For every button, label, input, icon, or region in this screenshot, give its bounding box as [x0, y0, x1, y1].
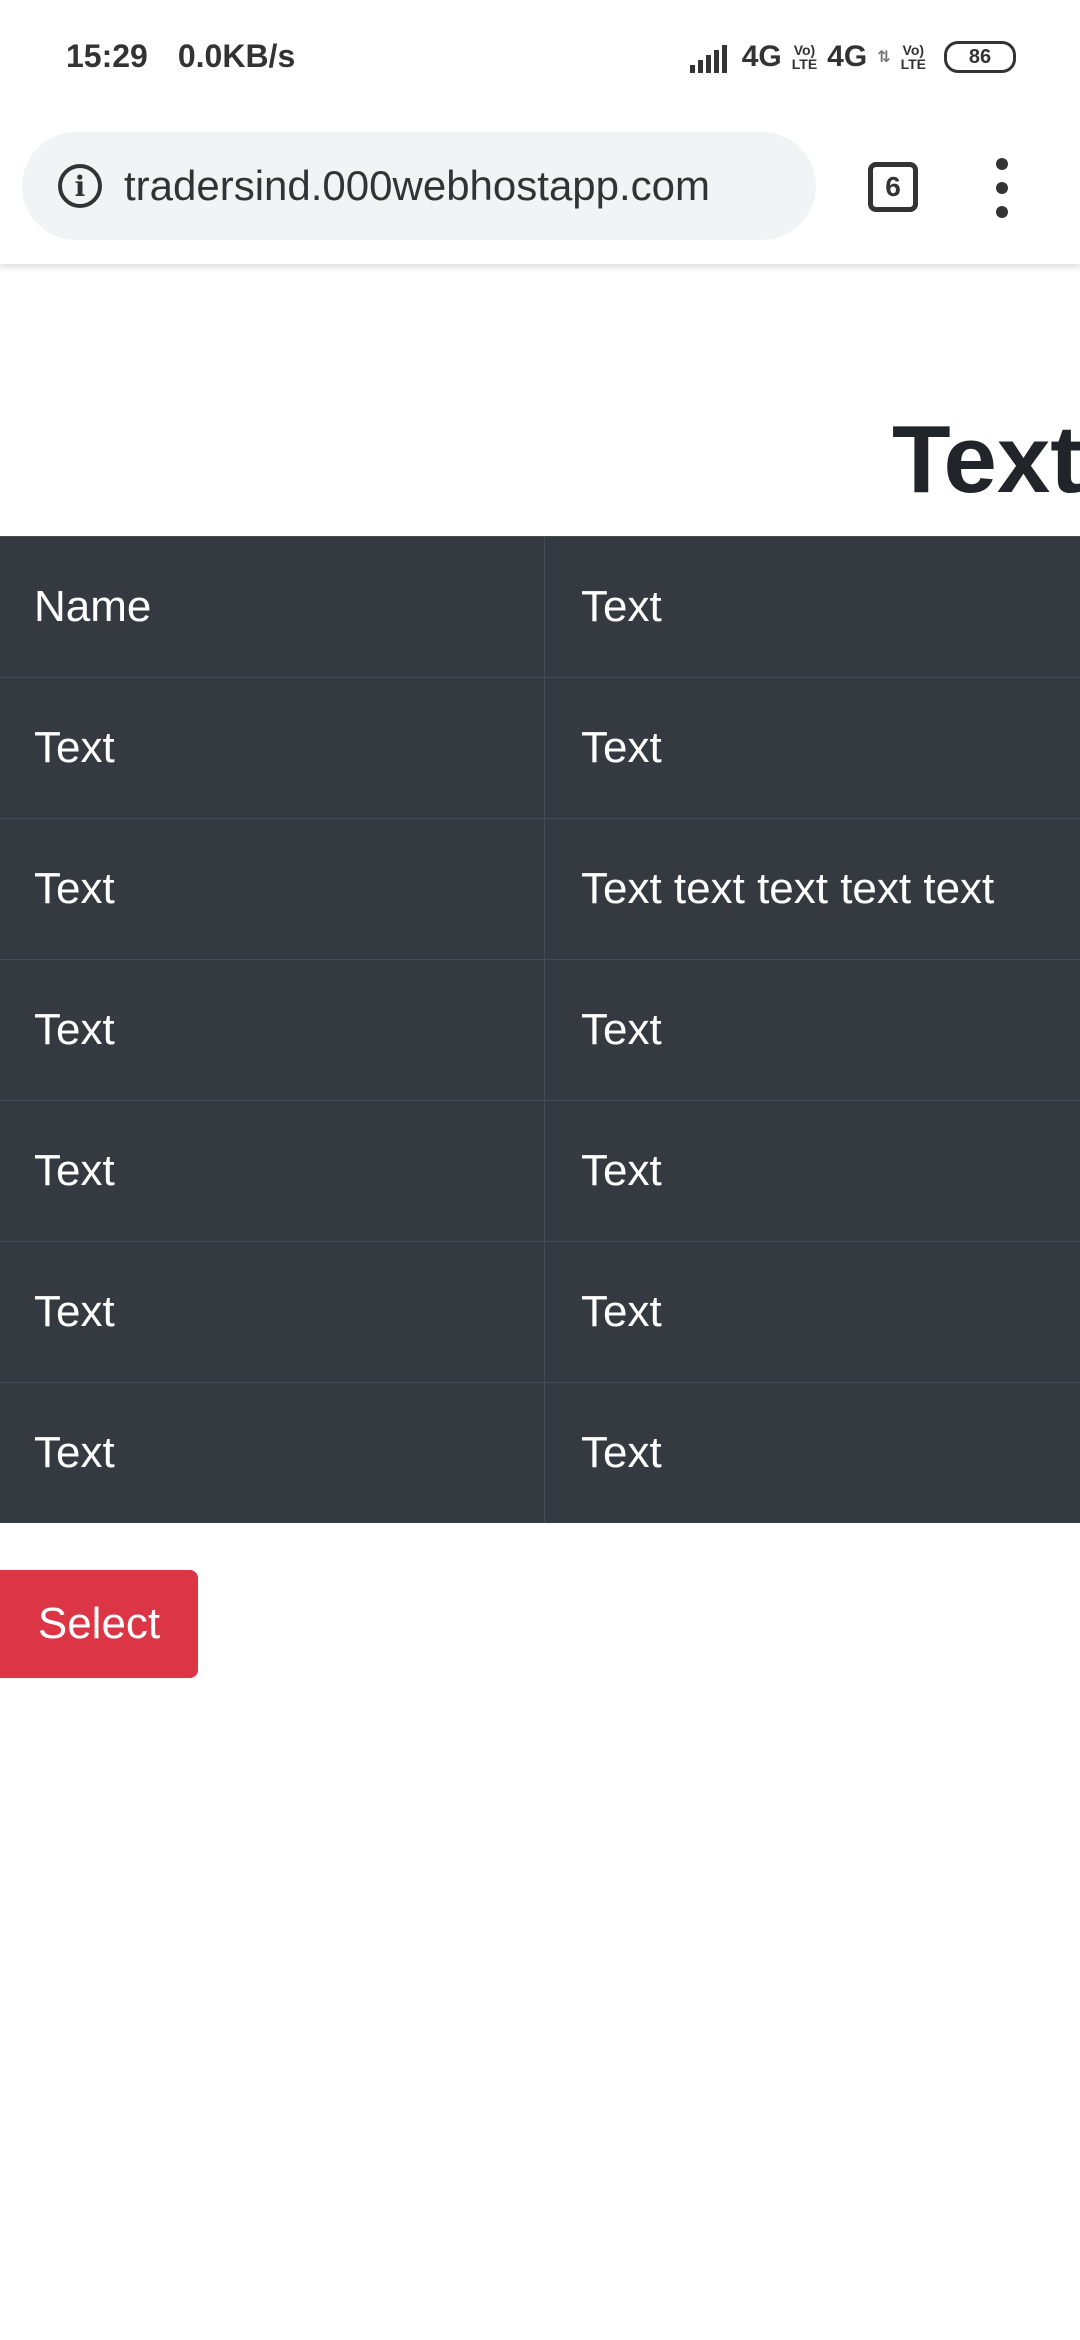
volte-icon-2-top: Vo)	[902, 42, 925, 58]
table-cell: Text	[0, 1241, 545, 1383]
address-bar[interactable]: i tradersind.000webhostapp.com	[22, 132, 816, 240]
network-label-2: 4G	[827, 40, 868, 73]
battery-level: 86	[968, 46, 992, 68]
table-cell: Text	[0, 818, 545, 960]
volte-icon-2-bottom: LTE	[900, 56, 926, 72]
signal-icon	[689, 41, 732, 73]
table-cell: Name	[0, 536, 545, 678]
volte-icon-1-bottom: LTE	[791, 56, 818, 72]
data-table: Name Text Text Text Text Text text text …	[0, 536, 1080, 1523]
volte-icon-1: Vo) LTE	[792, 43, 817, 71]
table-cell: Text text text text text	[544, 818, 1080, 960]
table-row: Text Text	[0, 1241, 1080, 1383]
info-icon[interactable]: i	[58, 164, 102, 208]
table-row: Text Text	[0, 1382, 1080, 1523]
battery-icon: 86	[944, 41, 1016, 73]
table-row: Text Text	[0, 959, 1080, 1101]
select-button[interactable]: Select	[0, 1570, 198, 1678]
table-row: Name Text	[0, 536, 1080, 678]
table-row: Text Text text text text text	[0, 818, 1080, 960]
status-left: 15:29 0.0KB/s	[66, 38, 295, 75]
volte-icon-1-top: Vo)	[793, 42, 816, 58]
data-arrows-icon: ⇅	[877, 49, 891, 66]
volte-icon-2: Vo) LTE	[901, 43, 926, 71]
status-time: 15:29	[66, 38, 148, 74]
table-cell: Text	[0, 677, 545, 819]
more-menu-icon[interactable]	[990, 158, 1014, 218]
table-cell: Text	[0, 959, 545, 1101]
status-bar: 15:29 0.0KB/s 4G Vo) LTE 4G ⇅ Vo) LTE 86	[0, 0, 1080, 118]
status-net-speed: 0.0KB/s	[177, 38, 296, 74]
table-cell: Text	[0, 1100, 545, 1242]
tab-count: 6	[885, 171, 901, 202]
page-heading: Text:	[892, 406, 1080, 513]
status-right: 4G Vo) LTE 4G ⇅ Vo) LTE 86	[689, 40, 1016, 74]
table-cell: Text	[544, 1100, 1080, 1242]
table-cell: Text	[544, 1241, 1080, 1383]
url-text[interactable]: tradersind.000webhostapp.com	[124, 162, 710, 210]
tab-switcher-button[interactable]: 6	[868, 162, 918, 212]
table-row: Text Text	[0, 1100, 1080, 1242]
table-cell: Text	[544, 1382, 1080, 1523]
table-cell: Text	[544, 959, 1080, 1101]
table-cell: Text	[544, 677, 1080, 819]
table-cell: Text	[0, 1382, 545, 1523]
browser-toolbar: i tradersind.000webhostapp.com 6	[0, 118, 1080, 264]
table-row: Text Text	[0, 677, 1080, 819]
table-cell: Text	[544, 536, 1080, 678]
network-label-1: 4G	[741, 40, 782, 73]
